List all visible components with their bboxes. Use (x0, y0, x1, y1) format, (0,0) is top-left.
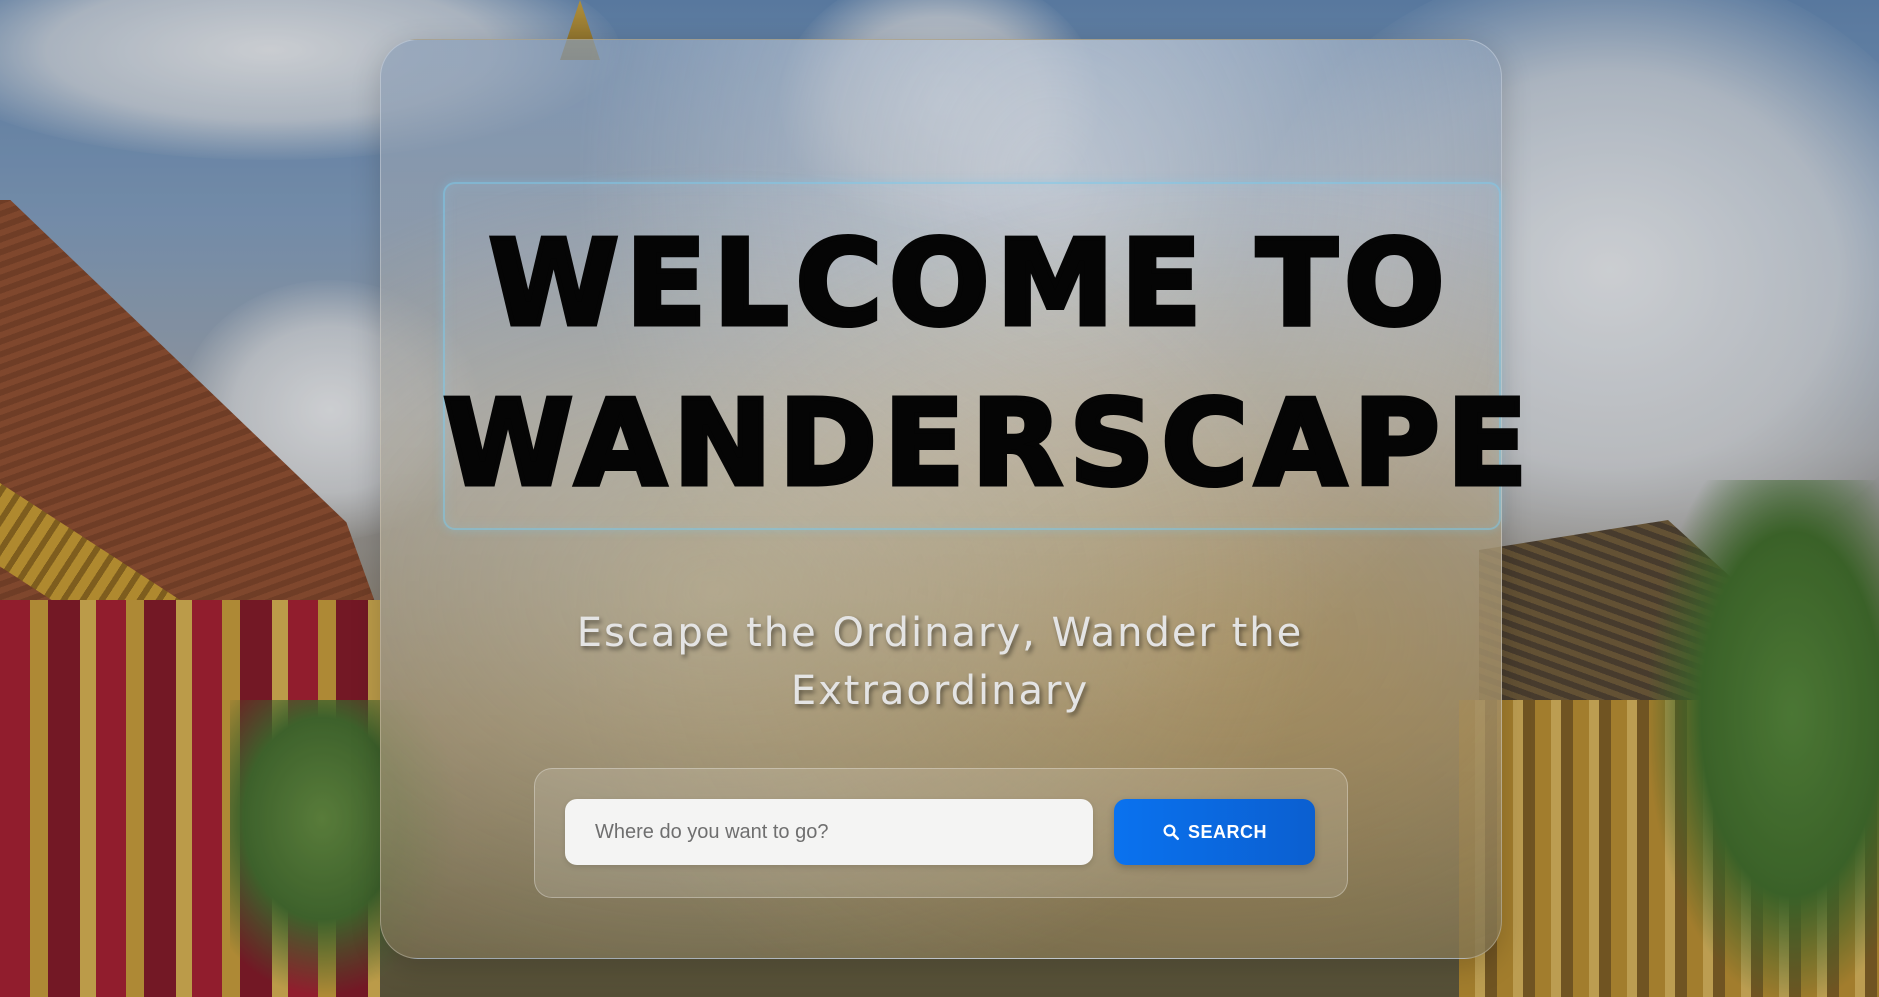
hero-tagline: Escape the Ordinary, Wander the Extraord… (576, 610, 1304, 714)
hero-section: WELCOME TO WANDERSCAPE Escape the Ordina… (0, 0, 1879, 997)
hero-title-line-1: WELCOME TO (486, 214, 1452, 352)
search-button[interactable]: SEARCH (1114, 799, 1315, 865)
search-button-label: SEARCH (1187, 821, 1267, 842)
destination-search-input[interactable] (565, 799, 1093, 865)
hero-title-line-2: WANDERSCAPE (441, 374, 1535, 512)
search-icon (1163, 824, 1180, 841)
